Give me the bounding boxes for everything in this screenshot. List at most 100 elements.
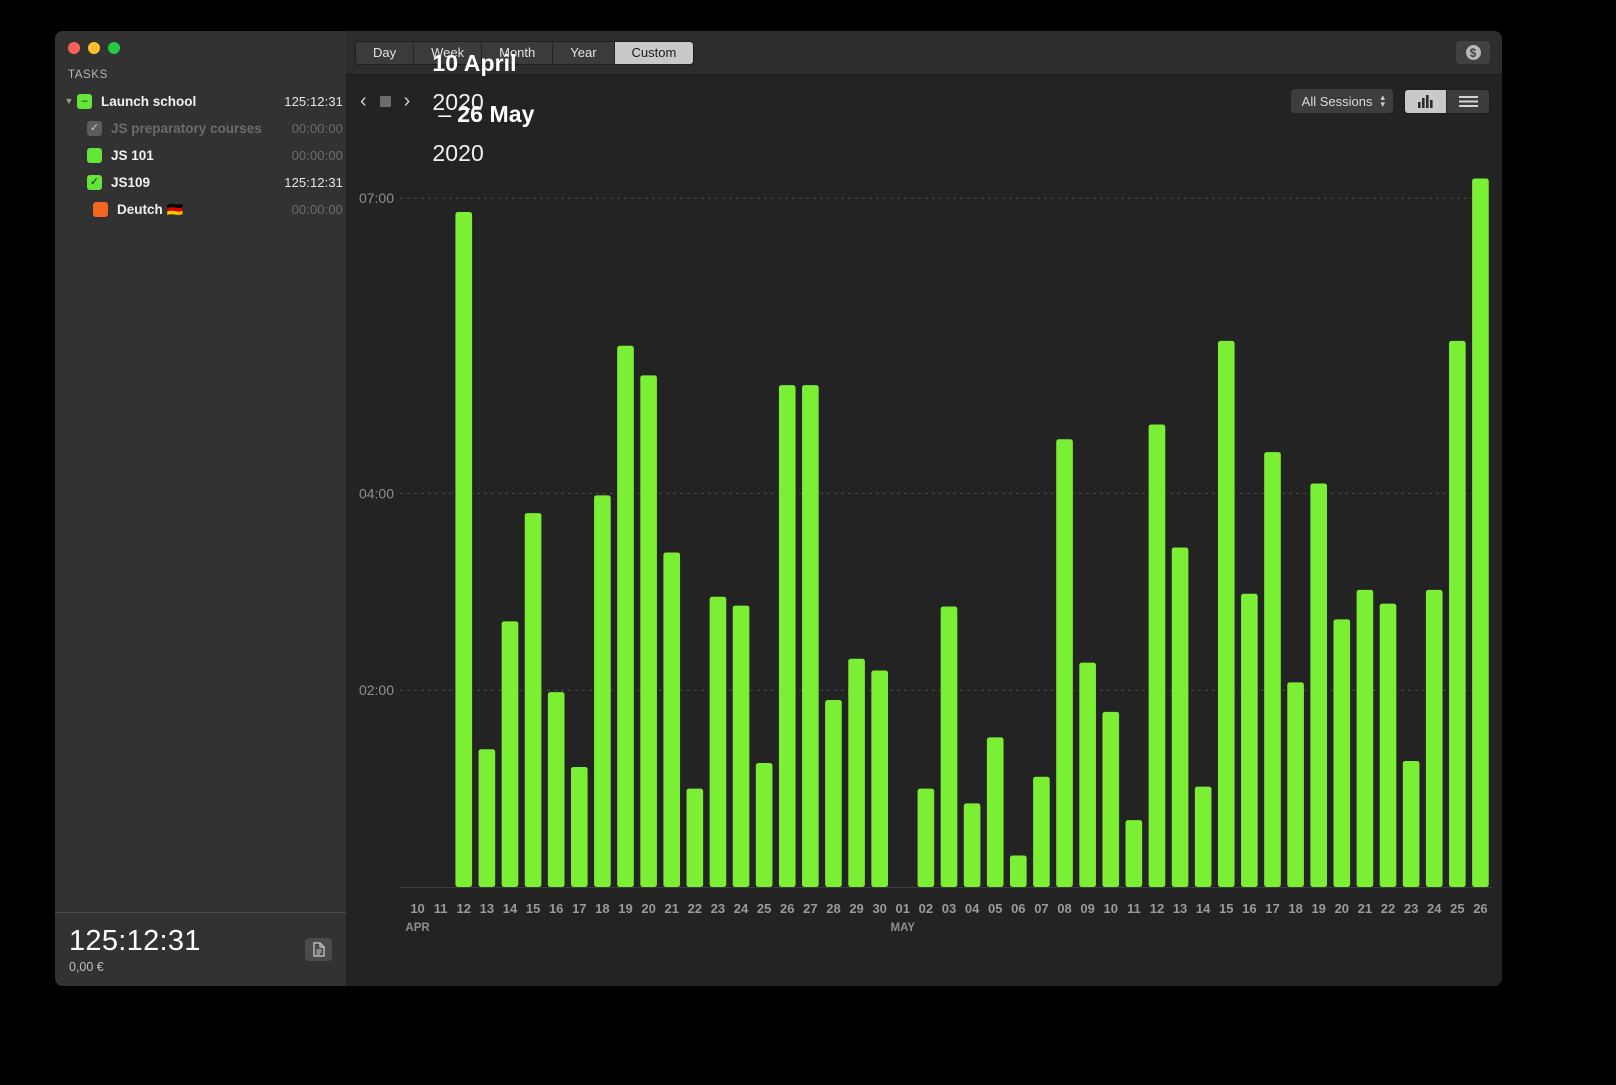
task-list: ▼ – Launch school 125:12:31 ✓ JS preparatory … [55, 88, 346, 912]
task-name: Launch school [101, 94, 197, 109]
x-axis-tick-label: 05 [988, 901, 1002, 916]
task-row[interactable]: JS 101 00:00:00 [55, 142, 346, 169]
chart-bar[interactable] [1310, 483, 1328, 887]
period-tab-day[interactable]: Day [356, 41, 415, 64]
chart-bar[interactable] [871, 670, 888, 887]
chart-bar[interactable] [1217, 340, 1235, 887]
chart-bar[interactable] [825, 700, 842, 887]
task-color-checkbox[interactable]: ✓ [87, 121, 102, 136]
x-axis-tick-label: 03 [942, 901, 956, 916]
task-color-checkbox[interactable] [87, 148, 102, 163]
x-axis-month-label: APR [405, 922, 430, 934]
task-duration: 125:12:31 [284, 94, 343, 109]
sidebar-footer: 125:12:31 0,00 € [55, 912, 346, 986]
task-row[interactable]: ✓ JS preparatory courses 00:00:00 [55, 115, 346, 142]
chart-bar[interactable] [917, 788, 935, 887]
chart-bar[interactable] [1472, 178, 1489, 887]
chart-bar[interactable] [1125, 820, 1143, 887]
x-axis-tick-label: 12 [457, 901, 471, 916]
task-row[interactable]: ✓ JS109 125:12:31 [55, 169, 346, 196]
bar-chart-view-button[interactable] [1405, 89, 1447, 113]
task-duration: 00:00:00 [291, 121, 343, 136]
task-duration: 125:12:31 [284, 175, 343, 190]
chart-bar[interactable] [501, 621, 519, 887]
task-color-checkbox[interactable]: – [77, 94, 92, 109]
chart-bar[interactable] [1287, 682, 1304, 887]
chart-bar[interactable] [1010, 855, 1027, 887]
chart-bar[interactable] [1425, 589, 1443, 887]
x-axis-tick-label: 26 [780, 901, 794, 916]
x-axis-tick-label: 24 [734, 901, 749, 916]
x-axis-tick-label: 29 [849, 901, 863, 916]
chart-bar[interactable] [455, 211, 473, 887]
x-axis-tick-label: 02 [919, 901, 933, 916]
disclosure-triangle-icon[interactable]: ▼ [61, 97, 77, 106]
stop-square-icon[interactable] [379, 95, 391, 107]
chart-bar[interactable] [547, 692, 565, 887]
chart-bar[interactable] [663, 552, 681, 887]
chart-bar[interactable] [1056, 439, 1073, 887]
chart-bar[interactable] [524, 513, 542, 887]
chart-bar[interactable] [963, 803, 981, 887]
billing-toggle-button[interactable]: $ [1456, 41, 1490, 64]
chart-bar[interactable] [1356, 589, 1374, 887]
list-view-button[interactable] [1447, 89, 1489, 113]
chart-bar[interactable] [1148, 424, 1166, 887]
task-duration: 00:00:00 [291, 202, 343, 217]
x-axis-tick-label: 04 [965, 901, 980, 916]
chevron-left-icon[interactable]: ‹ [356, 91, 371, 111]
chart-bar[interactable] [755, 763, 773, 887]
task-row[interactable]: ▼ – Launch school 125:12:31 [55, 88, 346, 115]
period-tab-year[interactable]: Year [553, 41, 615, 64]
chart-controls: All Sessions ▴ ▾ [1290, 88, 1490, 114]
chart-bar[interactable] [1402, 761, 1420, 887]
x-axis-tick-label: 13 [480, 901, 494, 916]
chart-bar[interactable] [1333, 619, 1351, 887]
x-axis-tick-label: 16 [549, 901, 563, 916]
chart-bar[interactable] [1171, 547, 1189, 887]
chart-bar[interactable] [778, 385, 796, 887]
chart-bar[interactable] [1449, 340, 1466, 887]
chart-bar[interactable] [732, 605, 750, 887]
task-row[interactable]: Deutch 🇩🇪 00:00:00 [55, 196, 346, 223]
chart-bar[interactable] [1033, 776, 1050, 887]
bar-chart-canvas[interactable]: 07:00 04:00 02:00 10 11 12 13 14 15 16 17 18 19 20 21 2… [346, 127, 1502, 986]
chart-bar[interactable] [709, 596, 727, 887]
range-end-day: 26 May [457, 101, 535, 127]
zoom-window-button[interactable] [108, 42, 120, 54]
chart-bar[interactable] [640, 375, 657, 887]
chart-bar[interactable] [1264, 452, 1281, 887]
chart-bar[interactable] [1079, 662, 1096, 887]
chart-bar[interactable] [570, 766, 588, 887]
x-axis-tick-label: 16 [1242, 901, 1256, 916]
chart-bar[interactable] [940, 606, 958, 887]
chevron-right-icon[interactable]: › [400, 91, 415, 111]
x-axis-tick-label: 15 [1219, 901, 1233, 916]
minimize-window-button[interactable] [88, 42, 100, 54]
x-axis-tick-label: 21 [664, 901, 678, 916]
bar-chart[interactable]: 07:00 04:00 02:00 10 11 12 13 14 15 16 17 18 19 20 21 2… [346, 127, 1502, 986]
chart-bar[interactable] [686, 788, 704, 887]
close-window-button[interactable] [68, 42, 80, 54]
chart-bar[interactable] [802, 385, 819, 887]
y-axis-tick-label: 02:00 [359, 682, 394, 698]
chart-bar[interactable] [617, 345, 634, 887]
x-axis-tick-label: 06 [1011, 901, 1025, 916]
sessions-filter-select[interactable]: All Sessions ▴ ▾ [1290, 89, 1393, 113]
chart-bar[interactable] [848, 658, 865, 887]
chart-bar[interactable] [1194, 786, 1212, 887]
chart-bar[interactable] [594, 495, 611, 887]
view-mode-toggle[interactable] [1404, 88, 1490, 114]
chart-bar[interactable] [1102, 711, 1120, 887]
y-axis-tick-label: 04:00 [359, 485, 394, 501]
chart-bar[interactable] [986, 737, 1004, 887]
create-report-button[interactable] [305, 938, 332, 961]
x-axis-tick-label: 18 [595, 901, 609, 916]
task-color-checkbox[interactable]: ✓ [87, 175, 102, 190]
chart-bar[interactable] [1379, 603, 1397, 887]
chart-bar[interactable] [478, 749, 496, 887]
period-tab-custom[interactable]: Custom [614, 41, 694, 64]
chevron-updown-icon: ▴ ▾ [1380, 92, 1385, 109]
task-color-checkbox[interactable] [93, 202, 108, 217]
chart-bar[interactable] [1241, 593, 1258, 887]
